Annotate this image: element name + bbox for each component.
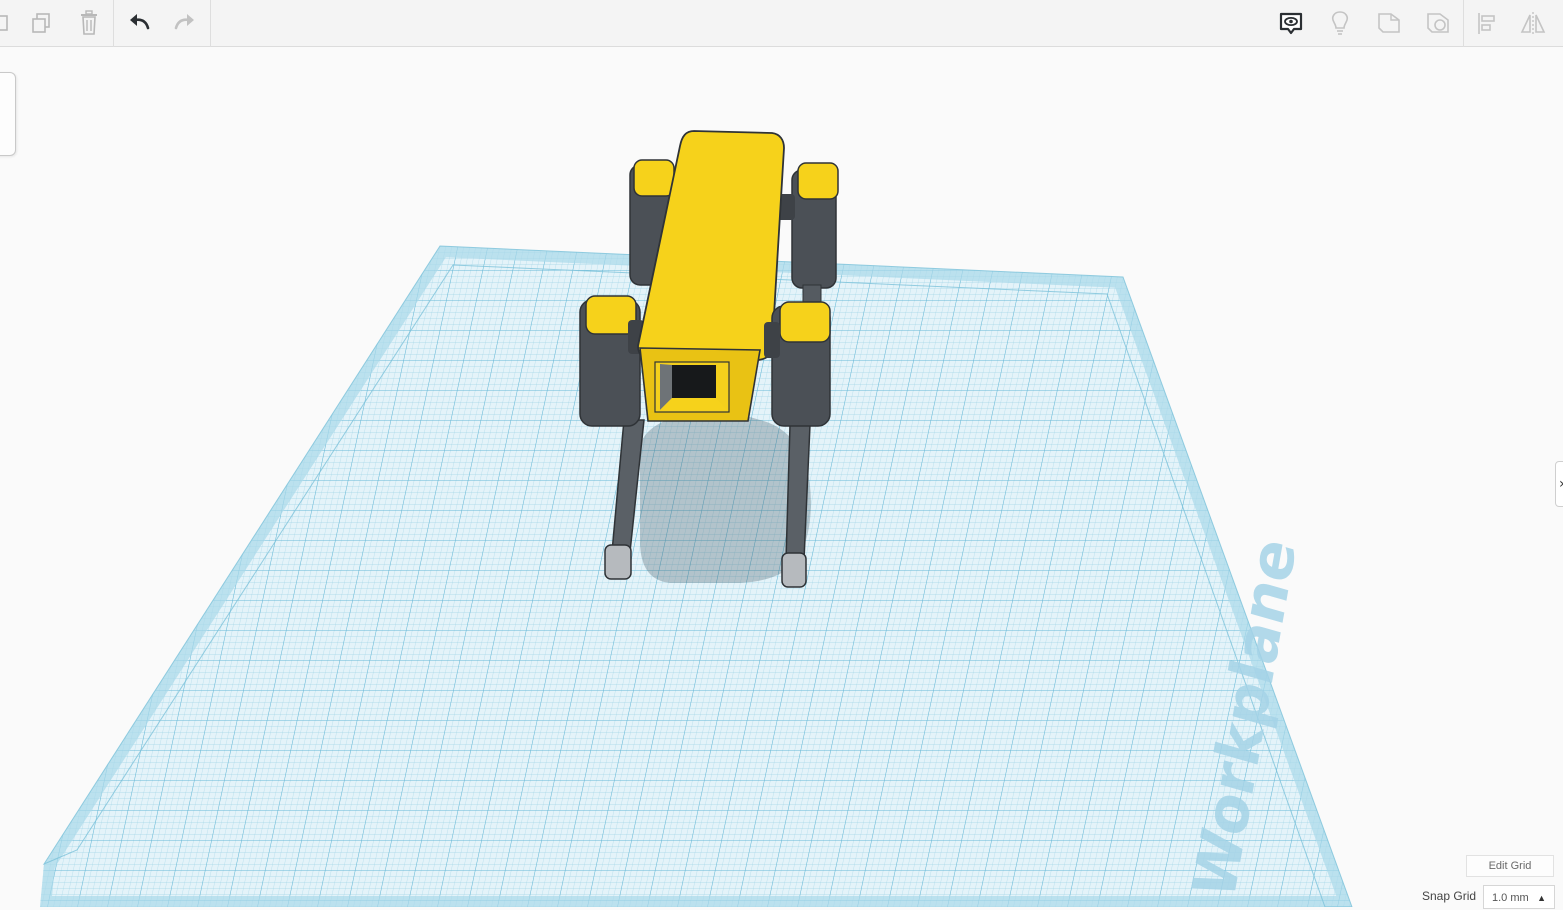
hole-icon[interactable]: [1421, 6, 1455, 40]
redo-icon[interactable]: [168, 6, 202, 40]
panel-expand-handle[interactable]: ›: [1555, 461, 1563, 507]
align-icon[interactable]: [1469, 6, 1503, 40]
toolbar-divider: [210, 0, 211, 47]
snap-grid-value: 1.0 mm: [1492, 892, 1529, 904]
toolbar: [0, 0, 1563, 47]
chevron-right-icon: ›: [1559, 476, 1563, 492]
snap-grid-select[interactable]: 1.0 mm ▲: [1483, 885, 1555, 909]
workplane-viewport[interactable]: Workplane: [0, 47, 1563, 907]
edit-grid-button[interactable]: Edit Grid: [1466, 855, 1554, 877]
caret-up-icon: ▲: [1537, 893, 1546, 903]
notes-icon[interactable]: [1274, 6, 1308, 40]
copy-icon[interactable]: [0, 6, 18, 40]
snap-grid-label: Snap Grid: [1422, 889, 1477, 903]
delete-icon[interactable]: [72, 6, 106, 40]
light-icon[interactable]: [1323, 6, 1357, 40]
mirror-icon[interactable]: [1516, 6, 1550, 40]
shape-icon[interactable]: [1372, 6, 1406, 40]
workplane-canvas: [40, 130, 1353, 907]
duplicate-icon[interactable]: [24, 6, 58, 40]
undo-icon[interactable]: [122, 6, 156, 40]
toolbar-divider: [113, 0, 114, 47]
toolbar-divider: [1463, 0, 1464, 47]
